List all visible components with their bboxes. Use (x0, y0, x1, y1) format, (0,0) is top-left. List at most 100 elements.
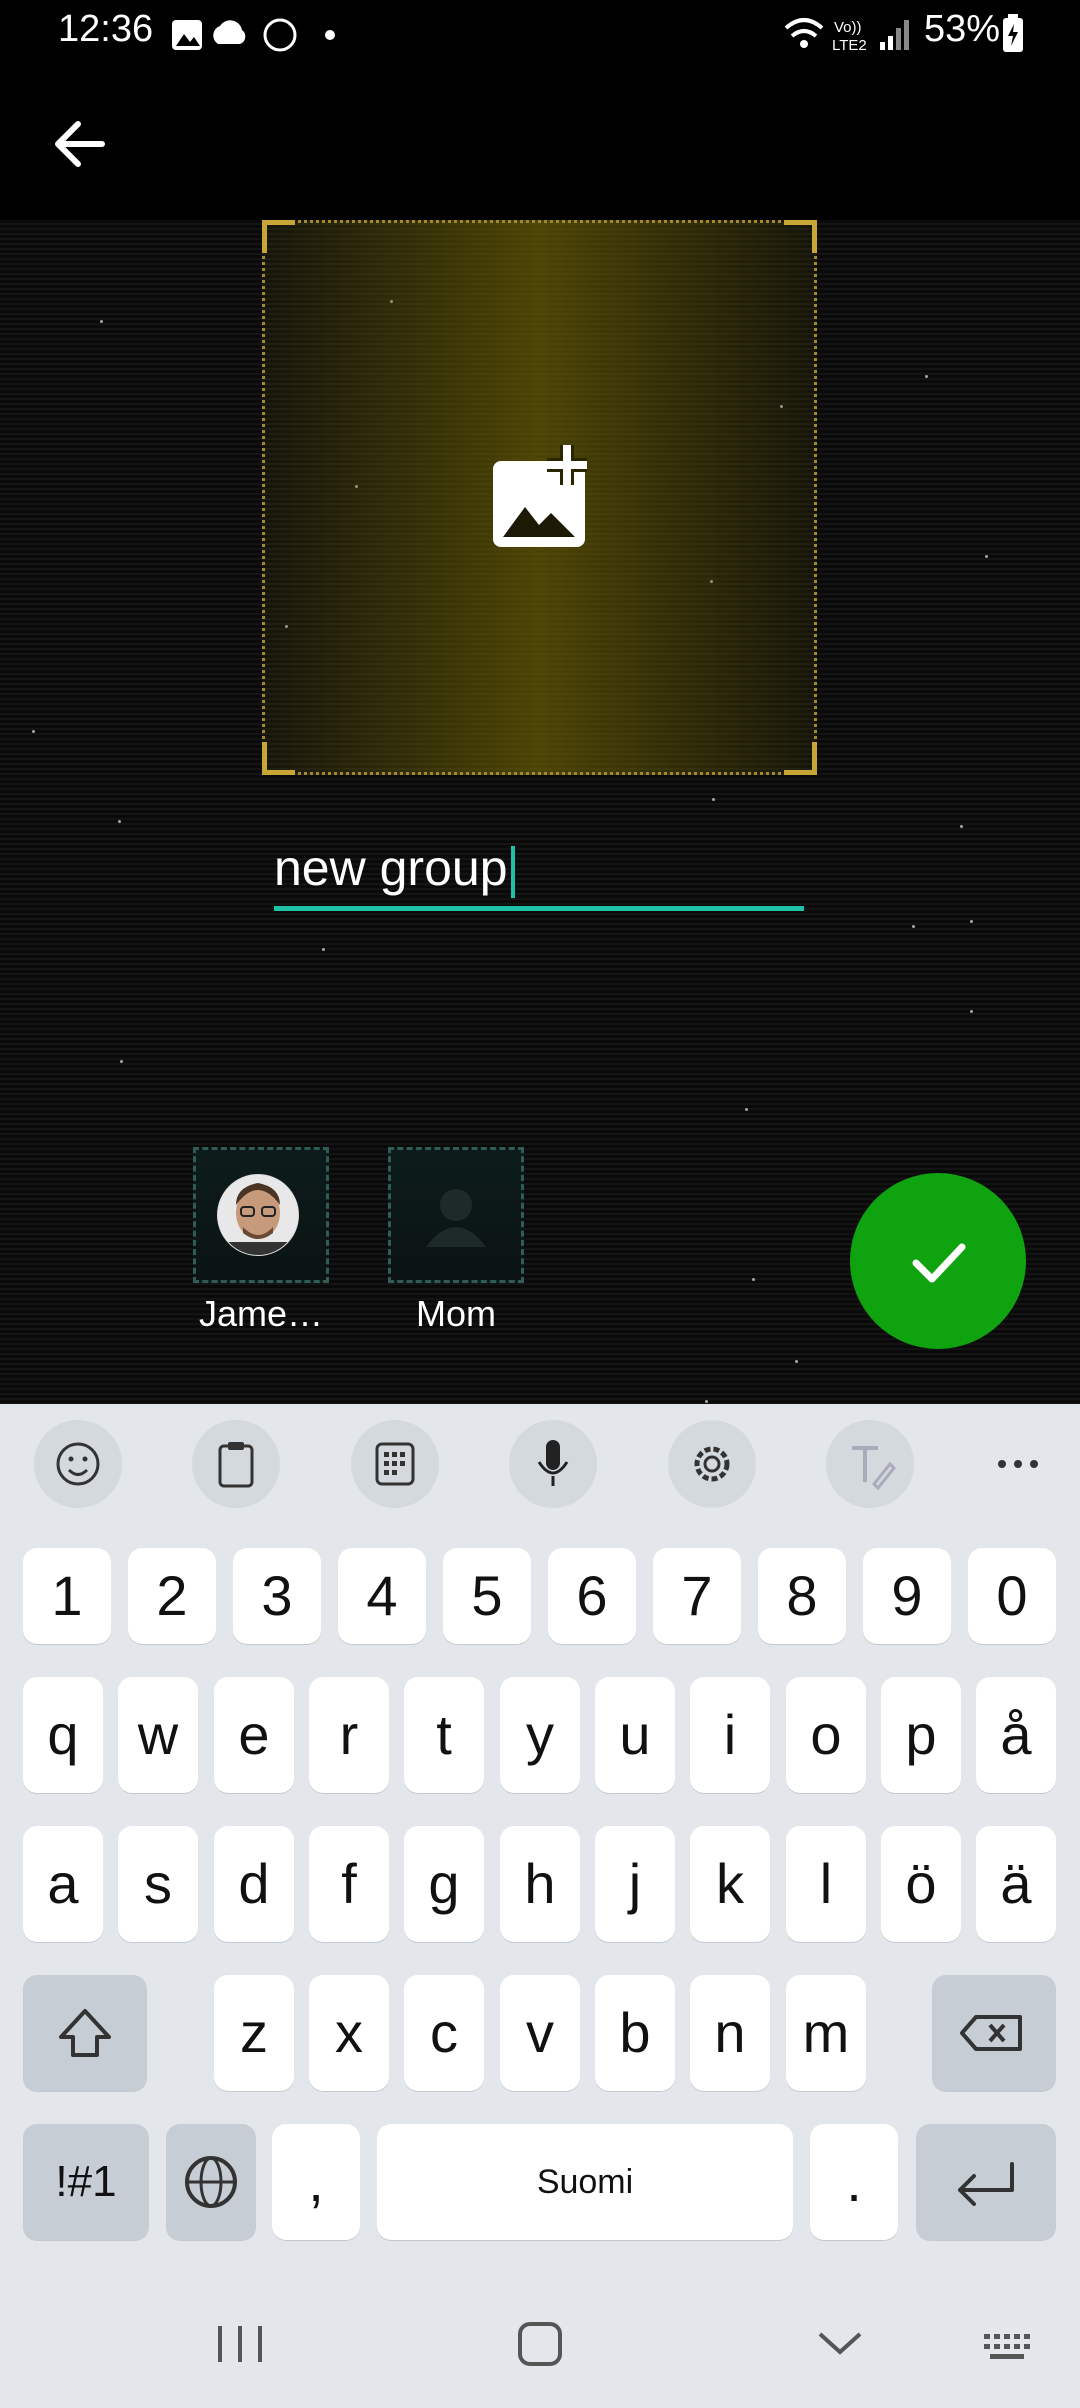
chevron-down-icon (818, 2332, 862, 2355)
keyboard-switch-button[interactable] (970, 2304, 1050, 2384)
voice-input-button[interactable] (509, 1420, 597, 1508)
language-key[interactable] (166, 2124, 256, 2240)
navigation-bar (0, 2280, 1080, 2408)
key-m[interactable]: m (786, 1975, 866, 2091)
more-icon (998, 1460, 1038, 1468)
clipboard-button[interactable] (192, 1420, 280, 1508)
arrow-left-icon (55, 121, 105, 167)
person-icon (426, 1189, 486, 1247)
text-cursor (510, 845, 515, 898)
group-photo-button[interactable] (262, 220, 817, 775)
key-j[interactable]: j (595, 1826, 675, 1942)
group-name-text: new group (274, 840, 508, 896)
key-o-umlaut[interactable]: ö (881, 1826, 961, 1942)
battery-icon (1003, 14, 1023, 52)
key-q[interactable]: q (23, 1677, 103, 1793)
key-z[interactable]: z (214, 1975, 294, 2091)
shift-icon (59, 2009, 111, 2057)
key-5[interactable]: 5 (443, 1548, 531, 1644)
signal-icons: Vo)) LTE2 (784, 18, 909, 54)
svg-text:LTE2: LTE2 (832, 37, 867, 54)
keyboard-icon (984, 2334, 1030, 2359)
member-avatar-frame (388, 1147, 524, 1283)
key-1[interactable]: 1 (23, 1548, 111, 1644)
key-y[interactable]: y (500, 1677, 580, 1793)
notification-icons (172, 18, 335, 52)
key-e[interactable]: e (214, 1677, 294, 1793)
back-button[interactable] (40, 104, 120, 184)
clipboard-icon (218, 1442, 254, 1488)
key-4[interactable]: 4 (338, 1548, 426, 1644)
key-8[interactable]: 8 (758, 1548, 846, 1644)
key-f[interactable]: f (309, 1826, 389, 1942)
key-t[interactable]: t (404, 1677, 484, 1793)
confirm-button[interactable] (850, 1173, 1026, 1349)
status-time: 12:36 (58, 8, 154, 50)
check-icon (912, 1243, 966, 1283)
key-9[interactable]: 9 (863, 1548, 951, 1644)
key-b[interactable]: b (595, 1975, 675, 2091)
key-r[interactable]: r (309, 1677, 389, 1793)
backspace-icon (960, 2015, 1022, 2051)
globe-icon (185, 2156, 237, 2208)
handwriting-icon (852, 1446, 897, 1491)
hide-keyboard-button[interactable] (800, 2304, 880, 2384)
home-icon (518, 2322, 562, 2366)
more-button[interactable] (988, 1420, 1048, 1508)
period-key[interactable]: . (810, 2124, 898, 2240)
key-d[interactable]: d (214, 1826, 294, 1942)
member-avatar-frame (193, 1147, 329, 1283)
key-n[interactable]: n (690, 1975, 770, 2091)
key-s[interactable]: s (118, 1826, 198, 1942)
key-h[interactable]: h (500, 1826, 580, 1942)
settings-button[interactable] (668, 1420, 756, 1508)
avatar (217, 1174, 299, 1256)
key-a[interactable]: a (23, 1826, 103, 1942)
battery-level: 53% (924, 8, 1001, 50)
key-u[interactable]: u (595, 1677, 675, 1793)
key-a-ring[interactable]: å (976, 1677, 1056, 1793)
space-key[interactable]: Suomi (377, 2124, 793, 2240)
handwriting-button[interactable] (826, 1420, 914, 1508)
member-name: Mom (416, 1293, 496, 1334)
status-bar: 12:36 Vo)) LTE2 53% (0, 0, 1080, 66)
symbols-key[interactable]: !#1 (23, 2124, 149, 2240)
shift-key[interactable] (23, 1975, 147, 2091)
keyboard: 1 2 3 4 5 6 7 8 9 0 q w e r t y u i o p … (0, 1404, 1080, 2408)
key-w[interactable]: w (118, 1677, 198, 1793)
key-6[interactable]: 6 (548, 1548, 636, 1644)
key-x[interactable]: x (309, 1975, 389, 2091)
key-0[interactable]: 0 (968, 1548, 1056, 1644)
key-p[interactable]: p (881, 1677, 961, 1793)
key-2[interactable]: 2 (128, 1548, 216, 1644)
key-k[interactable]: k (690, 1826, 770, 1942)
mic-icon (537, 1440, 569, 1486)
keypad-button[interactable] (351, 1420, 439, 1508)
settings-icon (694, 1446, 730, 1482)
emoji-icon (56, 1442, 100, 1486)
backspace-key[interactable] (932, 1975, 1056, 2091)
comma-key[interactable]: , (272, 2124, 360, 2240)
keypad-icon (375, 1442, 415, 1486)
recent-apps-icon (218, 2326, 262, 2362)
key-o[interactable]: o (786, 1677, 866, 1793)
keyboard-toolbar (0, 1404, 1080, 1524)
key-v[interactable]: v (500, 1975, 580, 2091)
add-photo-icon (493, 445, 587, 547)
member-item[interactable]: Jame… (193, 1147, 361, 1335)
key-g[interactable]: g (404, 1826, 484, 1942)
key-i[interactable]: i (690, 1677, 770, 1793)
key-a-umlaut[interactable]: ä (976, 1826, 1056, 1942)
key-7[interactable]: 7 (653, 1548, 741, 1644)
svg-text:Vo)): Vo)) (834, 19, 862, 36)
emoji-button[interactable] (34, 1420, 122, 1508)
home-button[interactable] (500, 2304, 580, 2384)
group-name-input[interactable]: new group (274, 830, 804, 911)
key-c[interactable]: c (404, 1975, 484, 2091)
recent-apps-button[interactable] (200, 2304, 280, 2384)
enter-icon (958, 2162, 1014, 2206)
key-3[interactable]: 3 (233, 1548, 321, 1644)
key-l[interactable]: l (786, 1826, 866, 1942)
member-item[interactable]: Mom (388, 1147, 556, 1335)
enter-key[interactable] (916, 2124, 1056, 2240)
